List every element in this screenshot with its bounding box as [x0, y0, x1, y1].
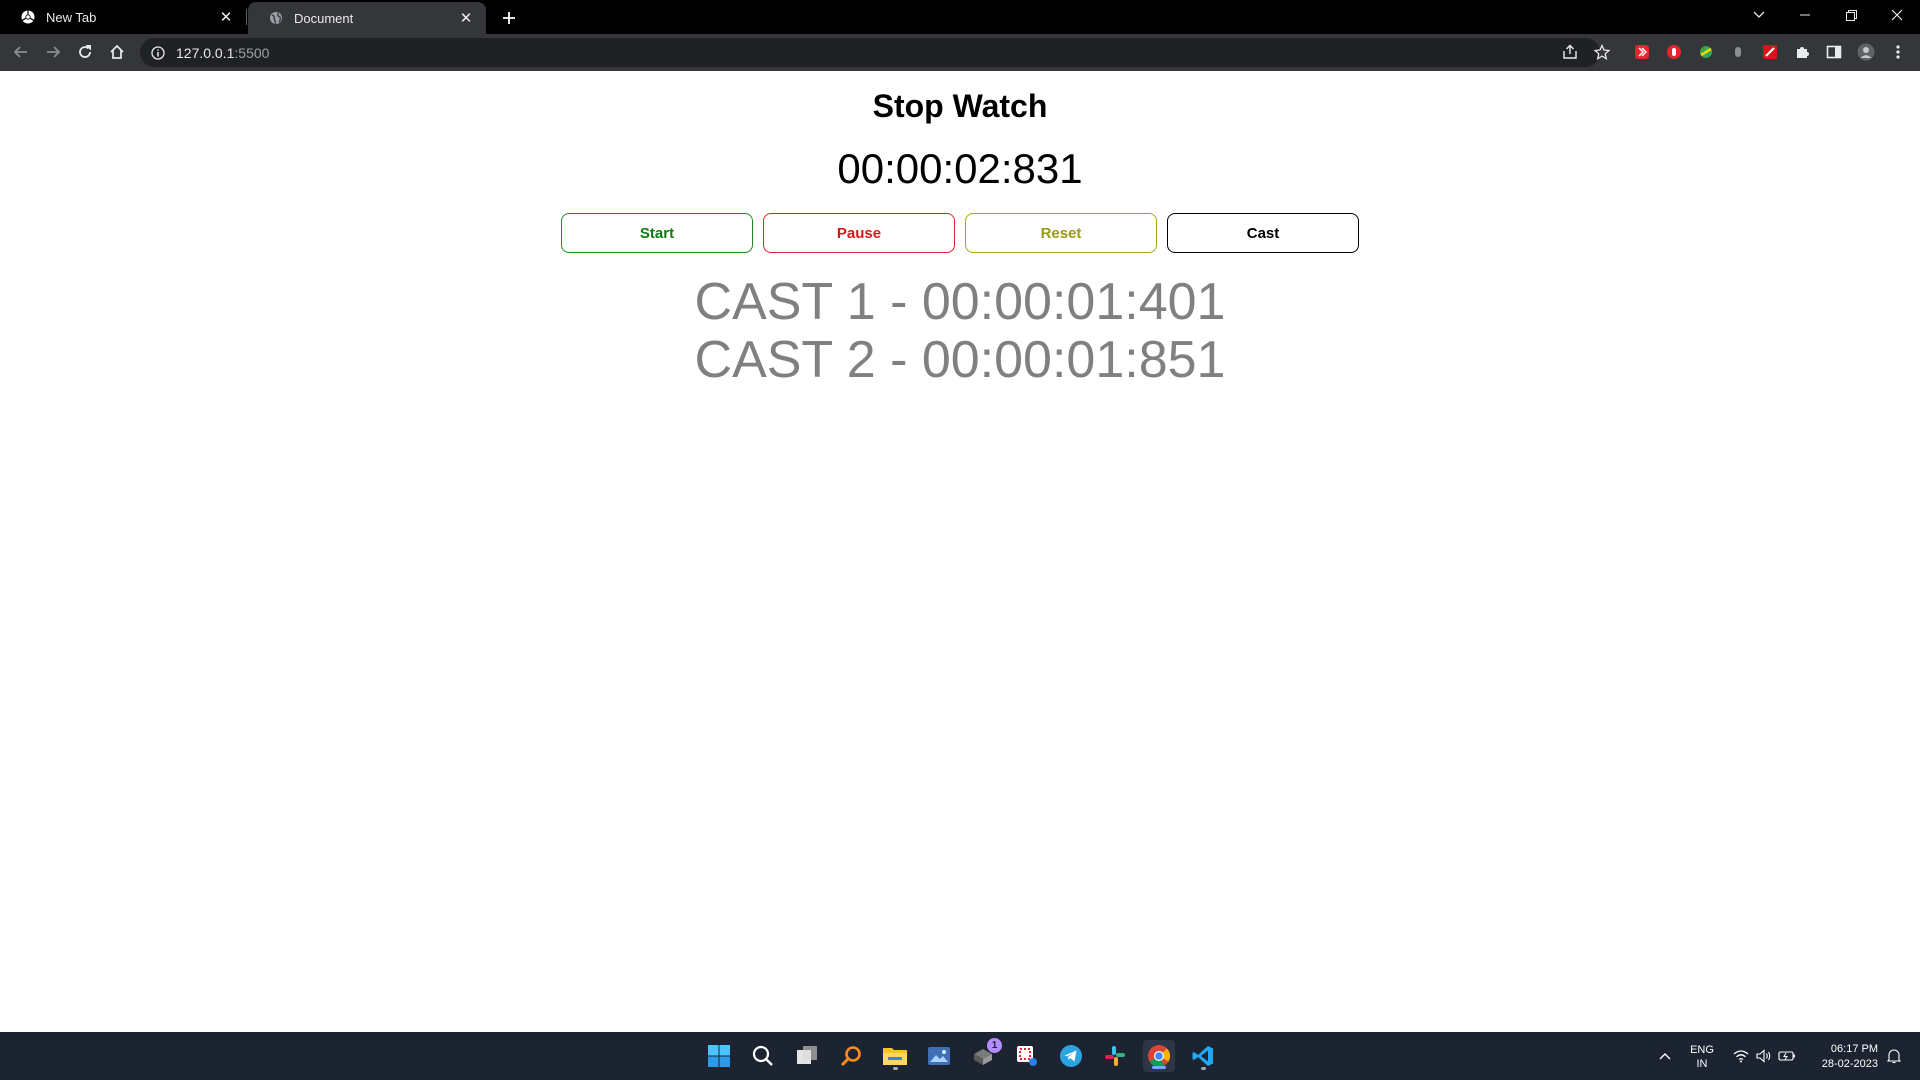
- tab-new-tab[interactable]: New Tab ✕: [0, 0, 246, 34]
- chrome-icon: [20, 9, 36, 25]
- close-window-icon[interactable]: [1874, 0, 1920, 30]
- address-bar[interactable]: 127.0.0.1:5500: [140, 38, 1600, 67]
- running-indicator: [893, 1067, 898, 1070]
- extension-red-icon[interactable]: [1632, 42, 1652, 62]
- battery-icon[interactable]: [1776, 1032, 1798, 1080]
- new-tab-button[interactable]: [496, 5, 522, 31]
- browser-menu-icon[interactable]: [1888, 42, 1908, 62]
- extensions-puzzle-icon[interactable]: [1792, 42, 1812, 62]
- browser-toolbar: 127.0.0.1:5500: [0, 34, 1920, 71]
- system-clock[interactable]: 06:17 PM 28-02-2023: [1806, 1042, 1878, 1072]
- windows-start-icon[interactable]: [703, 1040, 735, 1072]
- tab-title: New Tab: [46, 9, 97, 25]
- cast-button[interactable]: Cast: [1167, 213, 1359, 253]
- reload-icon[interactable]: [70, 37, 100, 67]
- extension-hand-icon[interactable]: [1664, 42, 1684, 62]
- task-view-icon[interactable]: [791, 1040, 823, 1072]
- volume-icon[interactable]: [1753, 1032, 1775, 1080]
- extension-gray-icon[interactable]: [1728, 42, 1748, 62]
- wifi-icon[interactable]: [1730, 1032, 1752, 1080]
- photos-icon[interactable]: [923, 1040, 955, 1072]
- restore-icon[interactable]: [1828, 0, 1874, 30]
- language-region: IN: [1696, 1058, 1708, 1070]
- profile-avatar-icon[interactable]: [1856, 42, 1876, 62]
- close-icon[interactable]: ✕: [456, 8, 476, 28]
- cast-entry: CAST 2 - 00:00:01:851: [694, 331, 1226, 389]
- back-icon[interactable]: [6, 37, 36, 67]
- share-icon[interactable]: [1555, 37, 1585, 67]
- file-explorer-icon[interactable]: [879, 1040, 911, 1072]
- tab-title: Document: [294, 10, 354, 26]
- vscode-icon[interactable]: [1187, 1040, 1219, 1072]
- pause-button[interactable]: Pause: [763, 213, 955, 253]
- snipping-tool-icon[interactable]: [1011, 1040, 1043, 1072]
- chevron-up-icon[interactable]: [1652, 1032, 1678, 1080]
- search-tool-icon[interactable]: [835, 1040, 867, 1072]
- running-indicator: [1201, 1067, 1206, 1070]
- language-indicator[interactable]: ENG IN: [1686, 1043, 1718, 1071]
- minimize-icon[interactable]: [1782, 0, 1828, 30]
- app-with-badge-icon[interactable]: 1: [967, 1038, 1002, 1072]
- search-icon[interactable]: [747, 1040, 779, 1072]
- telegram-icon[interactable]: [1055, 1040, 1087, 1072]
- timer-display: 00:00:02:831: [837, 145, 1083, 192]
- windows-taskbar: 1 ENG IN 06:17 PM 28-02-2023: [0, 1032, 1920, 1080]
- globe-icon: [268, 10, 284, 26]
- url-port: :5500: [234, 44, 270, 61]
- tab-search-icon[interactable]: [1736, 0, 1782, 30]
- forward-icon[interactable]: [38, 37, 68, 67]
- slack-icon[interactable]: [1099, 1040, 1131, 1072]
- url-host: 127.0.0.1: [176, 44, 235, 61]
- extension-green-icon[interactable]: [1696, 42, 1716, 62]
- page-content: Stop Watch 00:00:02:831 Start Pause Rese…: [0, 71, 1920, 1032]
- page-title: Stop Watch: [872, 88, 1048, 124]
- clock-date: 28-02-2023: [1821, 1058, 1878, 1070]
- chrome-icon[interactable]: [1143, 1040, 1175, 1072]
- extension-pen-icon[interactable]: [1760, 42, 1780, 62]
- cast-list: CAST 1 - 00:00:01:401 CAST 2 - 00:00:01:…: [0, 273, 1920, 389]
- notification-bell-icon[interactable]: [1882, 1032, 1906, 1080]
- active-indicator: [1152, 1066, 1166, 1069]
- clock-time: 06:17 PM: [1830, 1043, 1878, 1055]
- close-icon[interactable]: ✕: [216, 7, 236, 27]
- side-panel-icon[interactable]: [1824, 42, 1844, 62]
- reset-button[interactable]: Reset: [965, 213, 1157, 253]
- bookmark-star-icon[interactable]: [1587, 37, 1617, 67]
- notification-badge: 1: [987, 1038, 1002, 1053]
- home-icon[interactable]: [102, 37, 132, 67]
- language-code: ENG: [1690, 1044, 1714, 1056]
- browser-tab-bar: New Tab ✕ Document ✕: [0, 0, 1920, 34]
- cast-entry: CAST 1 - 00:00:01:401: [694, 273, 1226, 331]
- info-icon[interactable]: [150, 45, 166, 61]
- tab-separator: [246, 9, 247, 25]
- start-button[interactable]: Start: [561, 213, 753, 253]
- tab-document[interactable]: Document ✕: [248, 2, 486, 34]
